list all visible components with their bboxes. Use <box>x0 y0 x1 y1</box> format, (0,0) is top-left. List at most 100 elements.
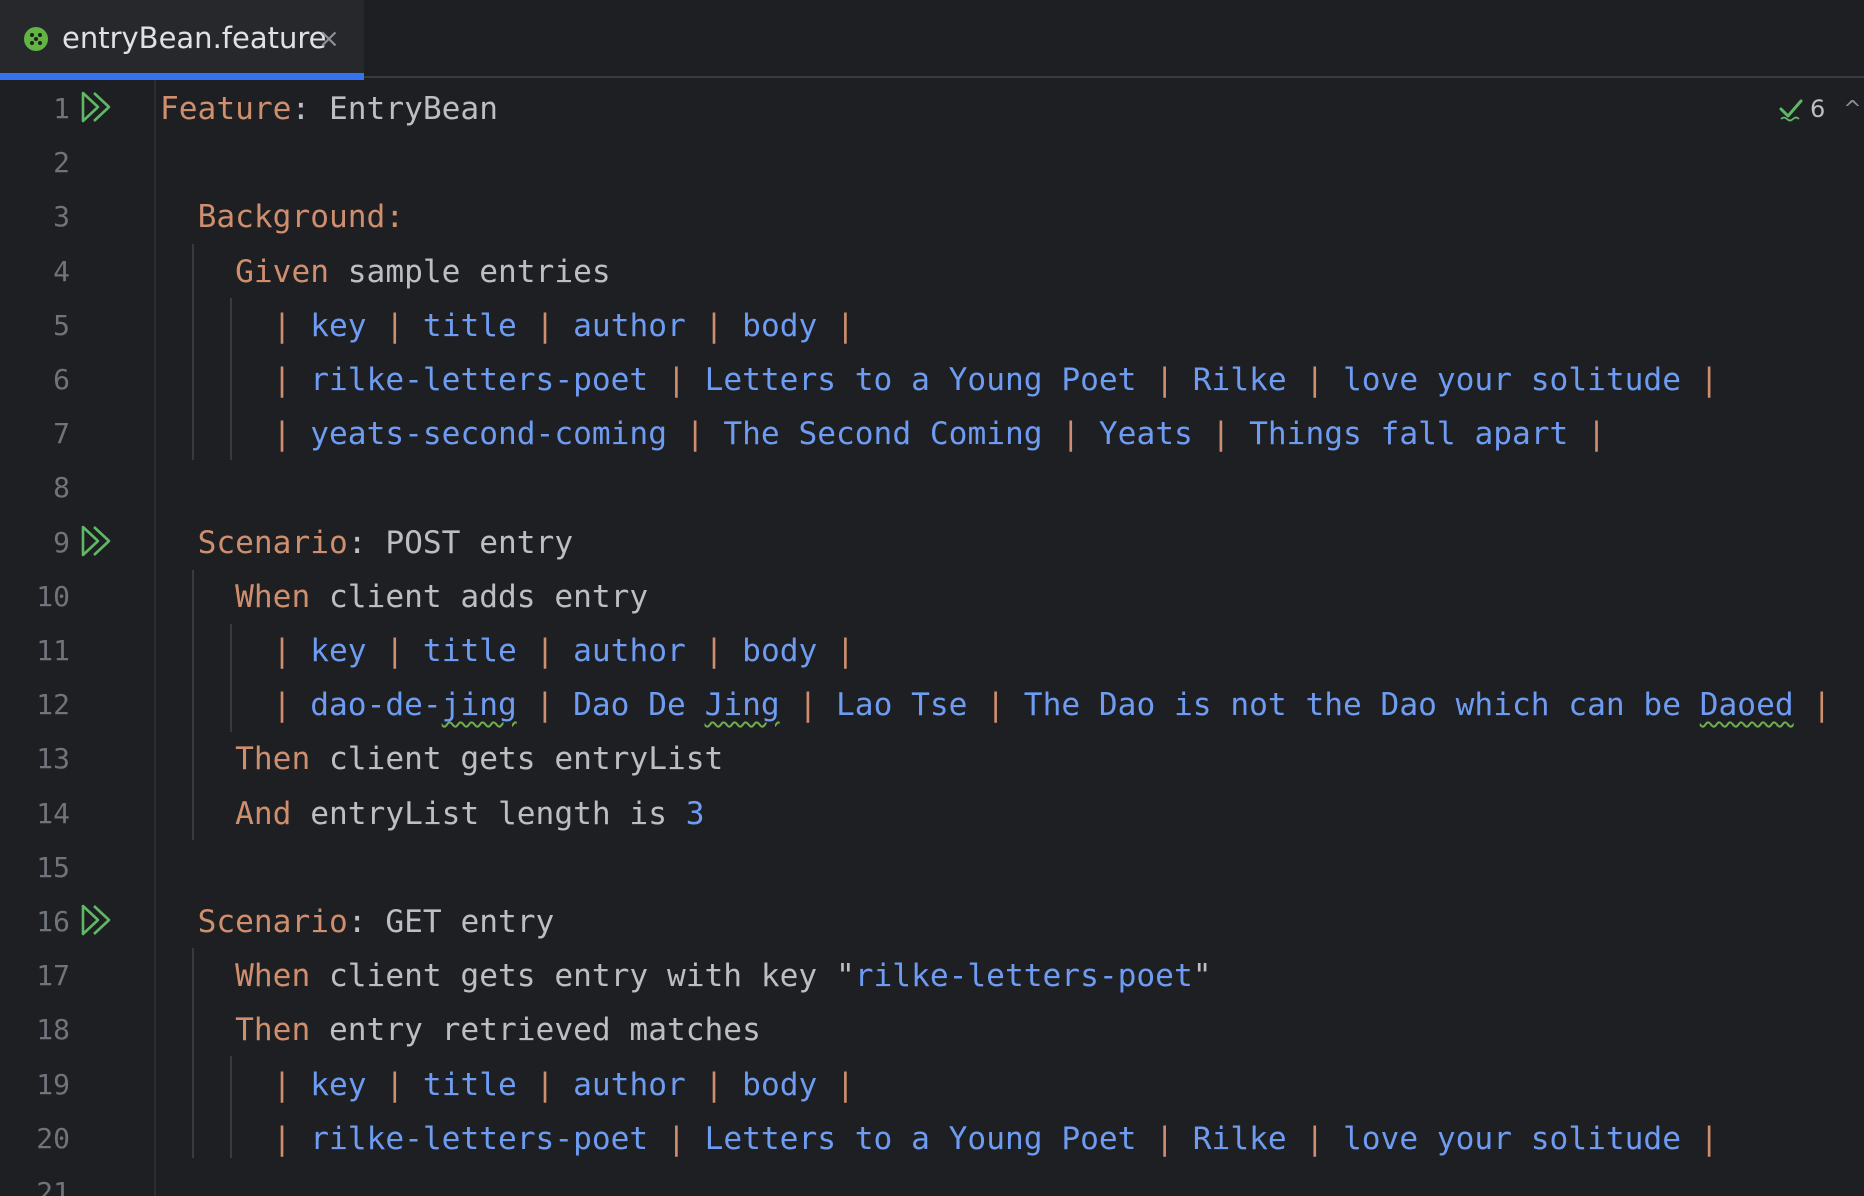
code-token: Rilke <box>1192 362 1287 398</box>
editor-tab-bar: entryBean.feature × <box>0 0 1864 80</box>
code-token: When <box>235 578 311 615</box>
code-token: Then <box>235 741 311 778</box>
code-token: Rilke <box>1192 1120 1287 1157</box>
code-token: | <box>1042 416 1099 453</box>
chevron-up-icon[interactable]: ^ <box>1843 97 1861 122</box>
line-number: 2 <box>53 146 70 180</box>
code-token: client adds entry <box>310 578 649 615</box>
run-icon[interactable] <box>80 524 114 558</box>
code-line[interactable]: | key | title | author | body | <box>160 299 855 353</box>
run-icon[interactable] <box>80 90 114 124</box>
code-token: Given <box>235 253 329 290</box>
line-number: 17 <box>36 959 70 993</box>
code-line[interactable]: | yeats-second-coming | The Second Comin… <box>160 407 1606 461</box>
code-token: | <box>1286 362 1343 398</box>
code-token: dao-de- <box>310 687 442 724</box>
line-number: 1 <box>53 92 70 125</box>
code-token: yeats-second-coming <box>310 416 667 453</box>
code-token: author <box>573 1066 686 1103</box>
code-token: | <box>366 1066 423 1103</box>
code-line[interactable]: Feature: EntryBean <box>160 82 498 136</box>
code-token: | <box>779 687 837 724</box>
line-number: 7 <box>53 417 70 451</box>
code-line[interactable]: Then entry retrieved matches <box>160 1003 761 1057</box>
code-token: | <box>685 633 743 669</box>
code-line[interactable]: Given sample entries <box>160 245 611 299</box>
code-line[interactable]: When client adds entry <box>160 570 648 624</box>
code-token: Things fall apart <box>1249 416 1569 453</box>
code-token: | <box>1136 1120 1193 1157</box>
code-token: | <box>516 687 574 724</box>
close-icon[interactable]: × <box>318 24 340 54</box>
code-line[interactable]: And entryList length is 3 <box>160 787 704 841</box>
code-token: | <box>272 687 311 724</box>
code-line[interactable]: | rilke-letters-poet | Letters to a Youn… <box>160 1112 1719 1166</box>
code-token: | <box>272 633 311 669</box>
code-token: | <box>516 307 574 344</box>
code-token: Jing <box>704 687 780 724</box>
line-number: 20 <box>36 1121 70 1155</box>
check-icon <box>1779 99 1803 122</box>
code-token: | <box>817 633 855 669</box>
code-token: rilke-letters-poet <box>854 958 1193 995</box>
code-token: love your solitude <box>1343 1120 1681 1157</box>
code-token: When <box>235 958 311 995</box>
tab-entrybean-feature[interactable]: entryBean.feature × <box>0 0 364 80</box>
line-number: 4 <box>53 254 70 288</box>
line-number: 9 <box>53 525 70 559</box>
code-token: love your solitude <box>1343 362 1681 398</box>
inspection-widget[interactable]: 6 ^ <box>1778 92 1862 126</box>
code-line[interactable]: | dao-de-jing | Dao De Jing | Lao Tse | … <box>160 678 1832 732</box>
code-token: | <box>1286 1120 1343 1157</box>
run-icon[interactable] <box>80 903 114 937</box>
code-token: author <box>573 307 686 344</box>
code-token: | <box>1192 416 1250 453</box>
code-token: | <box>272 362 311 398</box>
code-line[interactable]: | rilke-letters-poet | Letters to a Youn… <box>160 353 1719 407</box>
code-token: body <box>742 633 818 669</box>
code-token: | <box>272 307 311 344</box>
code-token: key <box>310 633 367 669</box>
code-token: Lao Tse <box>836 687 968 724</box>
code-token: Background <box>197 199 386 236</box>
code-token: entryList length is <box>291 795 686 832</box>
line-number: 18 <box>36 1013 70 1047</box>
active-tab-indicator <box>0 73 364 80</box>
code-token: : POST entry <box>347 524 574 561</box>
code-token: | <box>272 416 311 453</box>
cucumber-icon <box>24 27 48 51</box>
code-token: entry retrieved matches <box>310 1012 761 1049</box>
code-token: Feature <box>160 91 292 127</box>
code-token: Letters to a Young Poet <box>704 362 1137 398</box>
code-token: | <box>516 633 574 669</box>
line-number: 16 <box>36 905 70 938</box>
line-number: 13 <box>36 742 70 776</box>
code-line[interactable]: Background: <box>160 190 405 244</box>
code-token: sample entries <box>329 253 611 290</box>
code-line[interactable]: | key | title | author | body | <box>160 624 855 678</box>
code-line[interactable]: When client gets entry with key "rilke-l… <box>160 949 1212 1003</box>
code-line[interactable]: Scenario: GET entry <box>160 895 555 949</box>
line-number: 15 <box>36 850 70 884</box>
code-line[interactable]: Scenario: POST entry <box>160 516 574 570</box>
code-line[interactable]: | key | title | author | body | <box>160 1058 855 1112</box>
code-token: " <box>1192 958 1212 995</box>
code-token: : <box>385 199 405 236</box>
code-token: client gets entryList <box>310 741 724 778</box>
line-number: 8 <box>53 471 70 505</box>
code-token: Scenario <box>197 524 348 561</box>
gutter-separator <box>154 80 156 1196</box>
code-line[interactable]: Then client gets entryList <box>160 732 723 786</box>
code-token: | <box>516 1066 574 1103</box>
line-number: 19 <box>36 1067 70 1101</box>
